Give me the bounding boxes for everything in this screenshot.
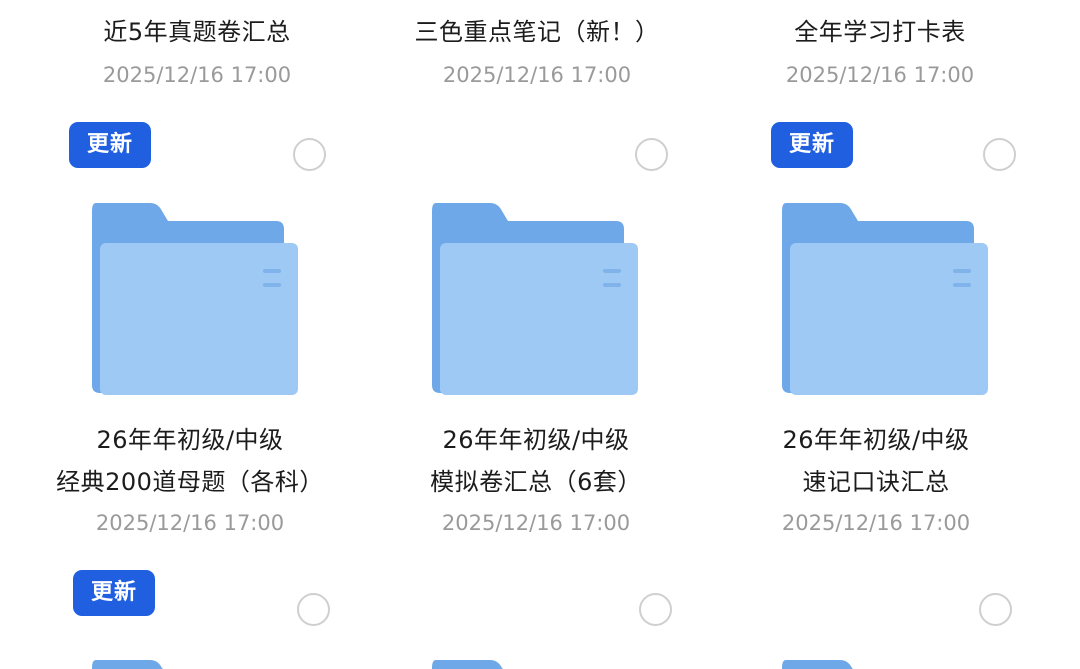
file-date: 2025/12/16 17:00	[102, 63, 292, 87]
file-title-line-1: 速记口诀汇总	[802, 468, 950, 496]
file-grid: 近5年真题卷汇总 2025/12/16 17:00 三色重点笔记（新！） 202…	[0, 0, 1080, 669]
folder-icon[interactable]	[88, 203, 298, 398]
select-radio[interactable]	[297, 593, 330, 626]
update-badge: 更新	[69, 122, 151, 168]
file-date: 2025/12/16 17:00	[95, 511, 285, 535]
folder-icon[interactable]	[778, 203, 988, 398]
file-date: 2025/12/16 17:00	[785, 63, 975, 87]
select-radio[interactable]	[983, 138, 1016, 171]
file-title-line-1: 三色重点笔记（新！）	[414, 18, 660, 46]
file-title-line-1: 近5年真题卷汇总	[103, 18, 291, 46]
file-title-line-0: 26年年初级/中级	[96, 426, 284, 454]
folder-icon[interactable]	[88, 660, 298, 669]
select-radio[interactable]	[639, 593, 672, 626]
file-card-text[interactable]: 26年年初级/中级 经典200道母题（各科） 2025/12/16 17:00	[20, 420, 360, 540]
select-radio[interactable]	[979, 593, 1012, 626]
update-badge: 更新	[73, 570, 155, 616]
file-date: 2025/12/16 17:00	[781, 511, 971, 535]
select-radio[interactable]	[635, 138, 668, 171]
file-title-line-0: 26年年初级/中级	[442, 426, 630, 454]
file-card[interactable]: 全年学习打卡表 2025/12/16 17:00	[710, 0, 1050, 100]
folder-icon[interactable]	[778, 660, 988, 669]
file-date: 2025/12/16 17:00	[442, 63, 632, 87]
file-card[interactable]: 近5年真题卷汇总 2025/12/16 17:00	[27, 0, 367, 100]
select-radio[interactable]	[293, 138, 326, 171]
file-card[interactable]: 三色重点笔记（新！） 2025/12/16 17:00	[367, 0, 707, 100]
file-date: 2025/12/16 17:00	[441, 511, 631, 535]
file-title-line-1: 全年学习打卡表	[794, 18, 966, 46]
file-title-line-1: 模拟卷汇总（6套）	[430, 468, 642, 496]
folder-icon[interactable]	[428, 203, 638, 398]
file-title-line-0: 26年年初级/中级	[782, 426, 970, 454]
file-card-text[interactable]: 26年年初级/中级 模拟卷汇总（6套） 2025/12/16 17:00	[366, 420, 706, 540]
update-badge: 更新	[771, 122, 853, 168]
file-card-text[interactable]: 26年年初级/中级 速记口诀汇总 2025/12/16 17:00	[706, 420, 1046, 540]
file-title-line-1: 经典200道母题（各科）	[56, 468, 324, 496]
folder-icon[interactable]	[428, 660, 638, 669]
